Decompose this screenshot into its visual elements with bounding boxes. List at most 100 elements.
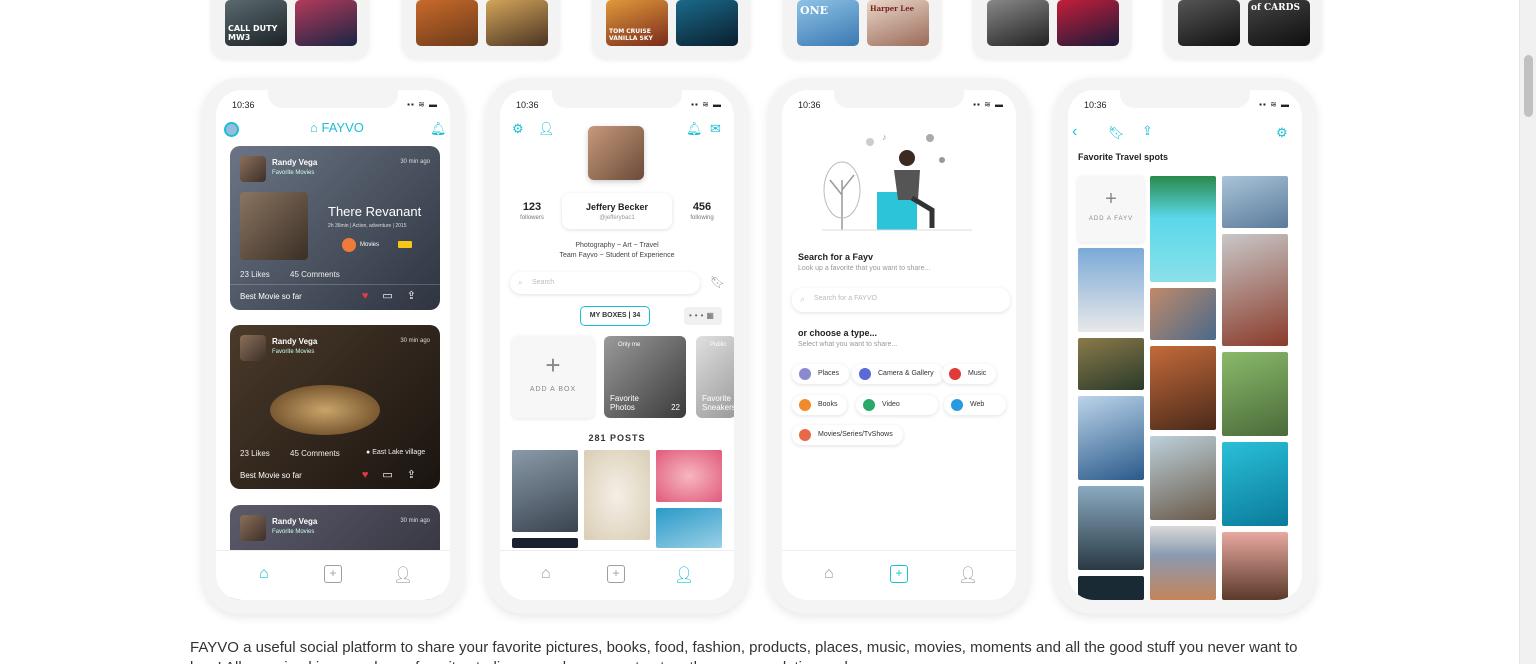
comment-icon[interactable]: ▭ [382,290,406,302]
settings-icon[interactable]: ⚙ [1276,126,1288,139]
search-input[interactable]: ⌕ Search [510,272,700,294]
travel-image[interactable] [1222,442,1288,526]
status-time: 10:36 [798,100,821,110]
post-image[interactable] [512,538,578,548]
scroll-thumb[interactable] [1524,55,1533,117]
list-view-icon[interactable]: ••• [689,311,706,320]
profile-icon[interactable]: 👤︎ [393,565,413,585]
top-card-books[interactable]: ONE Harper Lee [783,0,941,58]
status-time: 10:36 [516,100,539,110]
post-image[interactable] [512,450,578,532]
share-icon[interactable]: ⇪ [407,290,430,302]
top-card-games[interactable]: CALL DUTY MW3 [211,0,369,58]
home-icon[interactable]: ⌂ [541,565,551,583]
thumb-series-1 [1178,0,1240,46]
chip-web[interactable]: Web [944,395,1006,415]
feed-actions: ♥▭⇪ [362,289,430,302]
travel-image[interactable] [1222,176,1288,228]
phone-search: 10:36 ▪▪ ≋ ▬ ♪ Search for a Fayv Look up… [768,78,1030,614]
followers-count[interactable]: 123 [502,201,562,213]
bookmark-icon[interactable]: 🔖︎ [710,276,725,288]
web-icon [951,399,963,411]
heart-icon[interactable]: ♥ [362,290,383,302]
post-image[interactable] [656,450,722,502]
back-icon[interactable]: ‹ [1072,124,1077,140]
add-box-button[interactable]: + ADD A BOX [512,336,594,418]
top-card-music[interactable] [973,0,1131,58]
profile-screen: 10:36 ▪▪ ≋ ▬ ⚙ 👤︎ 🔔︎ ✉ 123 followers Jef… [500,90,734,600]
travel-image[interactable] [1078,576,1144,600]
pin-icon: ● [366,449,371,456]
chip-camera-gallery[interactable]: Camera & Gallery [852,364,944,384]
top-card-food[interactable] [402,0,560,58]
settings-icon[interactable]: ⚙ [512,122,524,135]
chip-movies-series[interactable]: Movies/Series/TvShows [792,425,903,445]
travel-image[interactable] [1150,526,1216,600]
profile-photo[interactable] [588,126,644,180]
add-friend-icon[interactable]: 👤︎ [538,122,555,135]
travel-image[interactable] [1078,248,1144,332]
add-icon[interactable]: + [324,565,342,583]
search-input[interactable]: ⌕ Search for a FAYVO [792,288,1010,312]
box-card-favorite-photos[interactable]: Only me Favorite Photos 22 [604,336,686,418]
feed-user-name[interactable]: Randy Vega [272,517,317,526]
travel-image[interactable] [1222,234,1288,346]
box-card-favorite-sneakers[interactable]: Public Favorite Sneakers [696,336,734,418]
share-icon[interactable]: ⇪ [407,469,430,481]
chip-places[interactable]: Places [792,364,850,384]
search-icon: ⌕ [800,294,806,304]
chip-video[interactable]: Video [856,395,938,415]
travel-image[interactable] [1078,486,1144,570]
view-toggle[interactable]: •••▦ [684,307,722,325]
home-icon[interactable]: ⌂ [824,565,834,583]
following-count[interactable]: 456 [672,201,732,213]
heart-icon[interactable]: ♥ [362,469,383,481]
travel-image[interactable] [1222,352,1288,436]
scrollbar[interactable] [1519,0,1536,664]
likes-count[interactable]: 23 Likes [240,449,270,458]
likes-count[interactable]: 23 Likes [240,270,270,279]
my-boxes-button[interactable]: MY BOXES | 34 [580,306,650,326]
add-icon[interactable]: + [607,565,625,583]
bookmark-icon[interactable]: 🔖︎ [1108,126,1125,139]
chip-music[interactable]: Music [942,364,997,384]
travel-image[interactable] [1150,288,1216,340]
grid-view-icon[interactable]: ▦ [706,311,717,320]
comments-count[interactable]: 45 Comments [290,449,340,458]
box-count: 22 [671,403,680,412]
thumb-burger [416,0,478,46]
travel-image[interactable] [1222,532,1288,600]
share-icon[interactable]: ⇪ [1142,124,1153,137]
profile-icon[interactable]: 👤︎ [958,565,978,585]
travel-image[interactable] [1078,338,1144,390]
top-card-series[interactable]: of CARDS [1164,0,1322,58]
feed-user-name[interactable]: Randy Vega [272,337,317,346]
post-image[interactable] [656,508,722,548]
phone-profile: 10:36 ▪▪ ≋ ▬ ⚙ 👤︎ 🔔︎ ✉ 123 followers Jef… [486,78,748,614]
posts-count: 281 POSTS [588,433,646,443]
travel-image[interactable] [1150,176,1216,282]
bell-icon[interactable]: 🔔︎ [686,122,703,135]
feed-user-name[interactable]: Randy Vega [272,158,317,167]
mail-icon[interactable]: ✉ [710,122,721,135]
travel-image[interactable] [1150,436,1216,520]
post-image[interactable] [584,450,650,540]
add-fayv-button[interactable]: + ADD A FAYV [1078,176,1144,242]
chip-books[interactable]: Books [792,395,848,415]
avatar-icon[interactable] [224,122,239,137]
profile-icon[interactable]: 👤︎ [674,565,694,585]
travel-image[interactable] [1150,346,1216,430]
add-icon[interactable]: + [890,565,908,583]
thumb-artist-2 [1057,0,1119,46]
top-card-movies[interactable]: TOM CRUISE VANILLA SKY [592,0,750,58]
comment-icon[interactable]: ▭ [382,469,406,481]
thumb-artist-1 [987,0,1049,46]
feed-card[interactable]: Randy Vega Favorite Movies 30 min ago Th… [230,146,440,310]
svg-text:♪: ♪ [882,132,887,142]
feed-card[interactable]: Randy Vega Favorite Movies 30 min ago 23… [230,325,440,489]
home-icon[interactable]: ⌂ [259,565,269,583]
bell-icon[interactable]: 🔔︎ [430,122,447,135]
travel-image[interactable] [1078,396,1144,480]
thumb-drink [486,0,548,46]
comments-count[interactable]: 45 Comments [290,270,340,279]
